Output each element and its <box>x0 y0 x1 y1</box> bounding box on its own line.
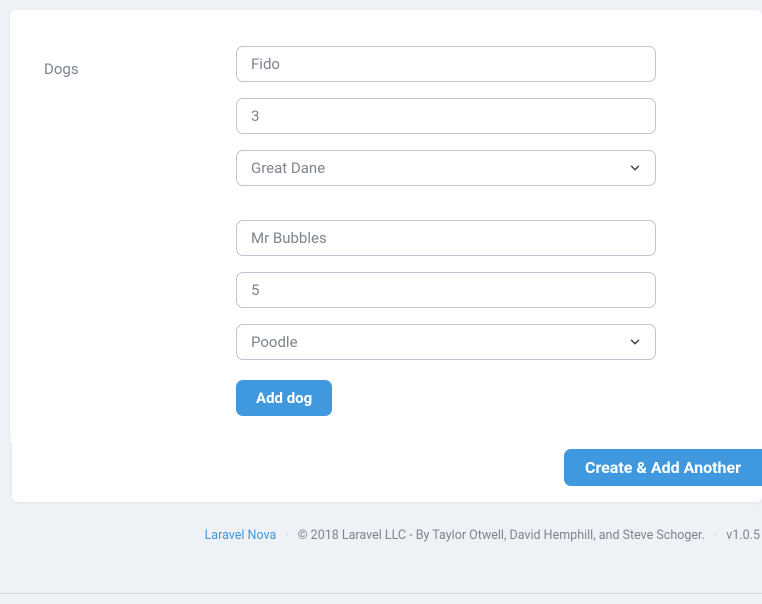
create-and-add-another-button[interactable]: Create & Add Another <box>564 449 762 486</box>
copyright-text: © 2018 Laravel LLC - By Taylor Otwell, D… <box>298 528 705 543</box>
field-row: Dogs <box>44 46 722 416</box>
dog-breed-select-wrapper <box>236 150 656 186</box>
dog-group-0 <box>236 46 656 186</box>
separator: · <box>714 528 717 543</box>
dog-breed-select[interactable] <box>236 324 656 360</box>
version-text: v1.0.5 <box>726 528 760 543</box>
form-card: Dogs <box>10 10 762 446</box>
laravel-nova-link[interactable]: Laravel Nova <box>205 528 277 543</box>
page-footer: Laravel Nova · © 2018 Laravel LLC - By T… <box>0 528 762 543</box>
separator: · <box>285 528 288 543</box>
field-inputs-container: Add dog <box>236 46 656 416</box>
footer-bar: Create & Add Another <box>12 432 762 502</box>
dog-breed-select[interactable] <box>236 150 656 186</box>
dog-name-input[interactable] <box>236 220 656 256</box>
add-dog-button[interactable]: Add dog <box>236 380 332 416</box>
dog-breed-select-wrapper <box>236 324 656 360</box>
field-label: Dogs <box>44 46 236 416</box>
dog-name-input[interactable] <box>236 46 656 82</box>
dog-number-input[interactable] <box>236 98 656 134</box>
dog-number-input[interactable] <box>236 272 656 308</box>
dog-group-1 <box>236 220 656 360</box>
